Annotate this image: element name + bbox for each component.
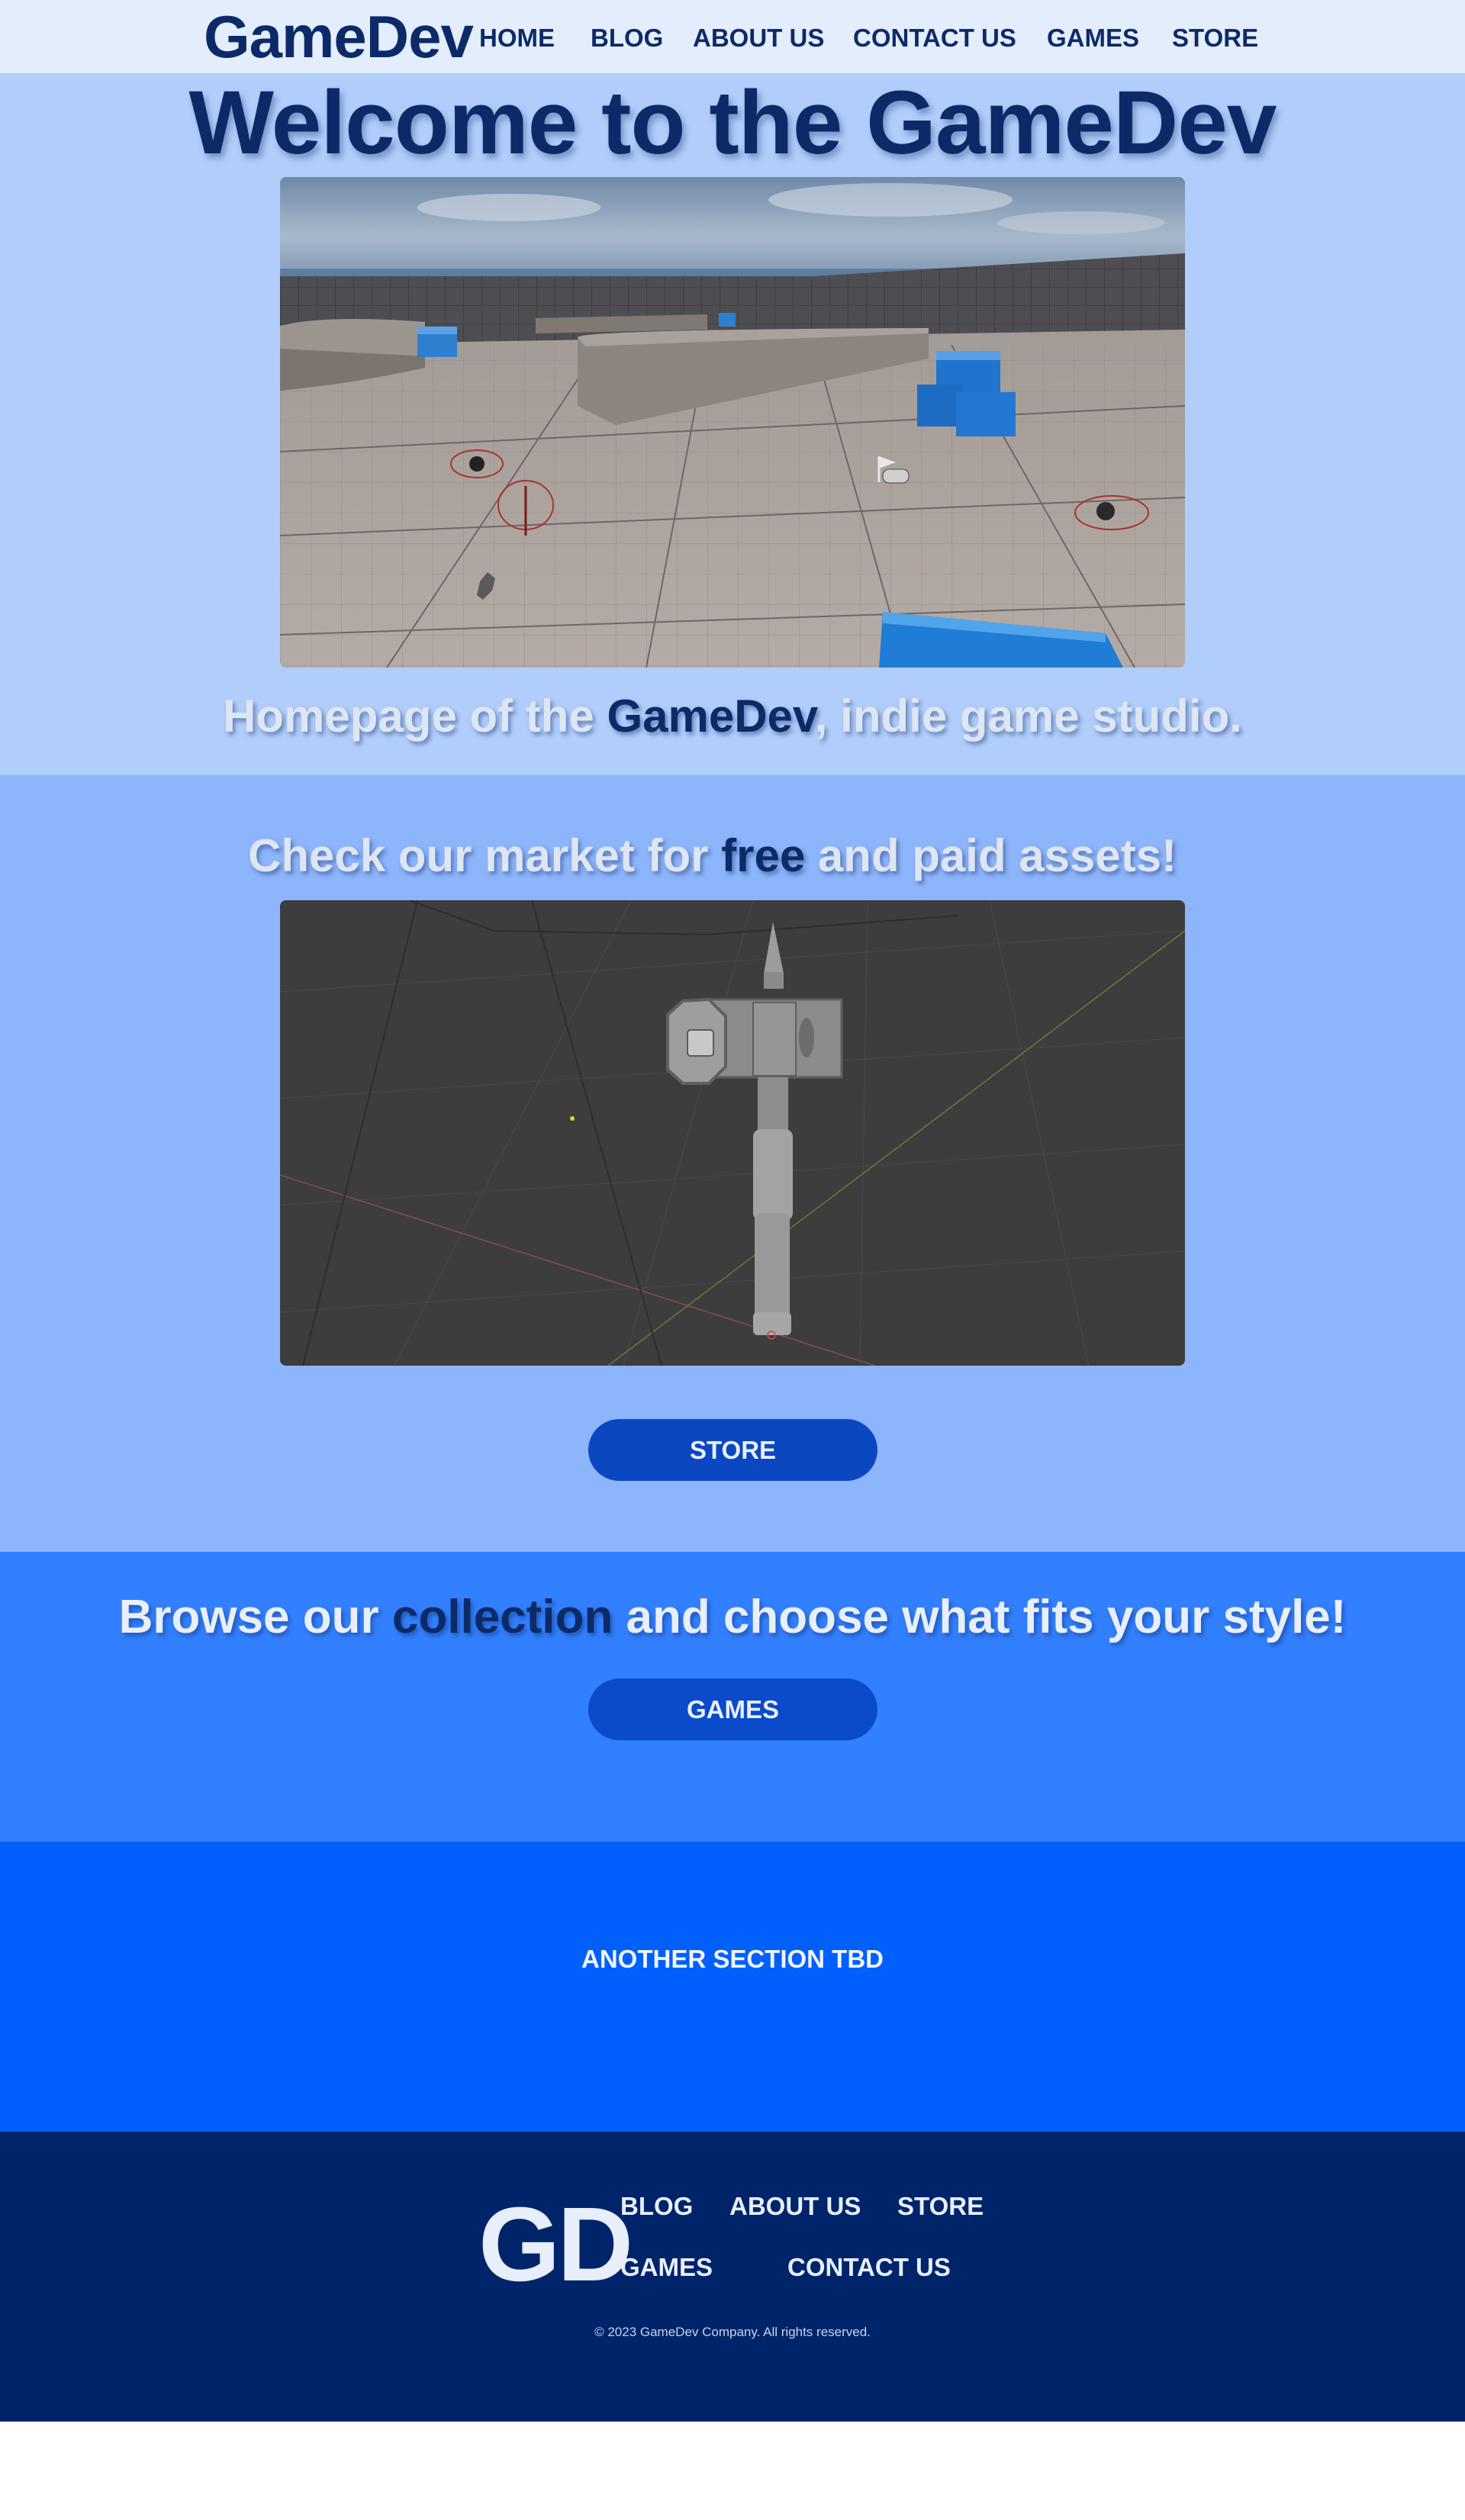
nav-store-link[interactable]: STORE [1172,23,1258,53]
footer-games-link[interactable]: GAMES [620,2252,713,2283]
footer-blog-link[interactable]: BLOG [620,2191,693,2222]
collection-section: Browse our collection and choose what fi… [0,1552,1465,1842]
footer-logo[interactable]: GD [478,2191,633,2298]
nav-links: HOME BLOG ABOUT US CONTACT US GAMES STOR… [0,23,1465,53]
footer-contact-link[interactable]: CONTACT US [787,2252,951,2283]
store-button[interactable]: STORE [588,1419,877,1481]
tbd-text: ANOTHER SECTION TBD [581,1945,884,1973]
nav-games-link[interactable]: GAMES [1047,23,1139,53]
site-footer: GD BLOG ABOUT US STORE GAMES CONTACT US … [0,2132,1465,2422]
collection-title-lead: Browse our [118,1591,392,1643]
collection-title-tail: and choose what fits your style! [613,1591,1347,1643]
games-button[interactable]: GAMES [588,1678,877,1740]
tbd-section: ANOTHER SECTION TBD [0,1842,1465,2132]
market-title-tail: and paid assets! [805,830,1177,881]
top-nav: GameDev HOME BLOG ABOUT US CONTACT US GA… [0,0,1465,73]
nav-about-link[interactable]: ABOUT US [693,23,824,53]
footer-store-link[interactable]: STORE [897,2191,984,2222]
nav-home-link[interactable]: HOME [479,23,555,53]
collection-title-accent: collection [391,1591,613,1643]
market-title-accent: free [721,830,806,881]
collection-title: Browse our collection and choose what fi… [0,1588,1465,1646]
hero-section: Welcome to the GameDev Homepage of the G… [0,73,1465,775]
footer-about-link[interactable]: ABOUT US [729,2191,861,2222]
copyright-text: © 2023 GameDev Company. All rights reser… [594,2325,871,2339]
nav-blog-link[interactable]: BLOG [591,23,663,53]
hero-subtitle-tail: , indie game studio. [814,690,1242,742]
hero-subtitle-lead: Homepage of the [223,690,607,742]
hero-subtitle-accent: GameDev [607,690,815,742]
market-title-lead: Check our market for [248,830,722,881]
page-bottom-blank [0,2422,1465,2520]
hero-title: Welcome to the GameDev [188,72,1277,173]
level-screenshot-image [280,177,1185,668]
hero-subtitle: Homepage of the GameDev, indie game stud… [0,690,1465,743]
nav-contact-link[interactable]: CONTACT US [853,23,1016,53]
market-section: Check our market for free and paid asset… [0,775,1465,1552]
market-title: Check our market for free and paid asset… [248,829,1177,883]
hammer-asset-image [280,900,1185,1366]
